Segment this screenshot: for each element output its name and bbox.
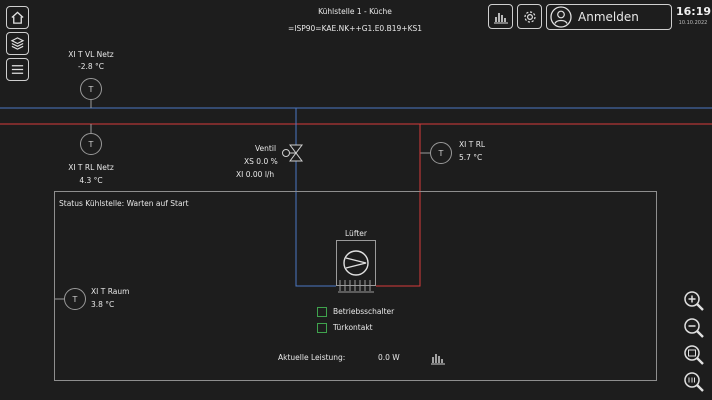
layers-icon bbox=[10, 37, 25, 50]
sensor-rl-label: XI T RL bbox=[459, 140, 486, 149]
checkbox-tuerkontakt-label: Türkontakt bbox=[333, 323, 373, 332]
valve-xs: XS 0.0 % bbox=[244, 157, 278, 166]
checkbox-betriebsschalter-label: Betriebsschalter bbox=[333, 307, 395, 316]
checkbox-betriebsschalter[interactable] bbox=[317, 307, 327, 317]
page-title: Kühlstelle 1 - Küche bbox=[318, 7, 392, 16]
menu-button[interactable] bbox=[6, 58, 29, 81]
zoom-out-icon bbox=[684, 318, 704, 338]
clock-date: 10.10.2022 bbox=[678, 20, 708, 26]
sensor-vl-netz-icon[interactable]: T bbox=[80, 78, 102, 100]
zoom-fit-icon bbox=[684, 345, 704, 365]
sensor-rl-value: 5.7 °C bbox=[459, 153, 483, 162]
layers-button[interactable] bbox=[6, 32, 29, 55]
fan-icon bbox=[343, 250, 369, 276]
clock-time: 16:19 bbox=[676, 5, 712, 18]
gear-icon bbox=[523, 10, 536, 23]
user-icon bbox=[550, 6, 572, 28]
sensor-vl-netz-value: -2.8 °C bbox=[77, 62, 104, 71]
zoom-in-button[interactable] bbox=[682, 289, 706, 313]
valve-label: Ventil bbox=[255, 144, 277, 153]
chart-icon bbox=[431, 354, 445, 365]
login-button[interactable]: Anmelden bbox=[546, 4, 672, 30]
status-text: Status Kühlstelle: Warten auf Start bbox=[59, 199, 189, 208]
home-button[interactable] bbox=[6, 6, 29, 29]
fan-unit[interactable] bbox=[336, 240, 376, 286]
zoom-reset-icon bbox=[684, 372, 704, 392]
zoom-fit-button[interactable] bbox=[682, 343, 706, 367]
zoom-out-button[interactable] bbox=[682, 316, 706, 340]
login-label: Anmelden bbox=[578, 10, 639, 24]
sensor-raum-icon[interactable]: T bbox=[64, 288, 86, 310]
valve-xi: XI 0.00 l/h bbox=[236, 170, 275, 179]
menu-icon bbox=[11, 65, 24, 74]
power-value: 0.0 W bbox=[378, 353, 400, 362]
checkbox-tuerkontakt[interactable] bbox=[317, 323, 327, 333]
sensor-vl-netz-label: XI T VL Netz bbox=[68, 50, 114, 59]
sensor-rl-icon[interactable]: T bbox=[430, 142, 452, 164]
zoom-reset-button[interactable] bbox=[682, 370, 706, 394]
chart-icon bbox=[493, 12, 508, 23]
equipment-code: =ISP90=KAE.NK++G1.E0.B19+KS1 bbox=[287, 24, 423, 33]
sensor-rl-netz-label: XI T RL Netz bbox=[68, 163, 114, 172]
home-icon bbox=[11, 11, 24, 24]
settings-button[interactable] bbox=[517, 4, 542, 29]
chart-button[interactable] bbox=[488, 4, 513, 29]
sensor-raum-label: XI T Raum bbox=[91, 287, 130, 296]
fan-label: Lüfter bbox=[345, 229, 367, 238]
power-label: Aktuelle Leistung: bbox=[278, 353, 346, 362]
valve-icon bbox=[282, 144, 303, 162]
zoom-in-icon bbox=[684, 291, 704, 311]
sensor-rl-netz-value: 4.3 °C bbox=[79, 176, 103, 185]
sensor-raum-value: 3.8 °C bbox=[91, 300, 115, 309]
sensor-rl-netz-icon[interactable]: T bbox=[80, 133, 102, 155]
power-chart-button[interactable] bbox=[430, 350, 446, 365]
